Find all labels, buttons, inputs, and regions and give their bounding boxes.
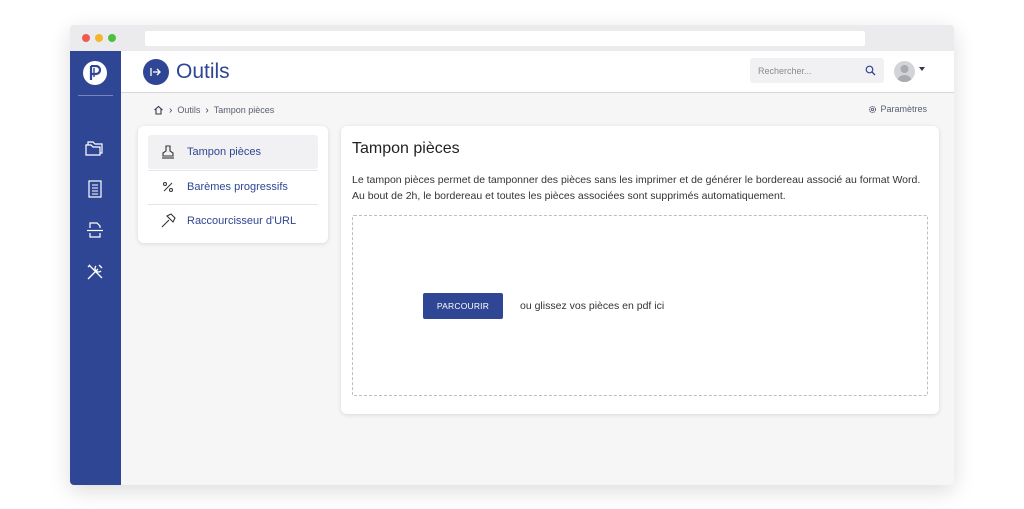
tools-icon [87, 264, 103, 280]
settings-label: Paramètres [880, 104, 927, 114]
breadcrumb: › Outils › Tampon pièces [153, 104, 274, 116]
search-box[interactable] [750, 58, 884, 83]
address-bar[interactable] [145, 31, 865, 46]
breadcrumb-item-outils[interactable]: Outils [177, 105, 200, 115]
document-list-icon [88, 180, 102, 198]
chevron-down-icon[interactable] [919, 67, 925, 71]
close-window-button[interactable] [82, 34, 90, 42]
hammer-icon [159, 212, 177, 230]
menu-item-baremes-progressifs[interactable]: Barèmes progressifs [148, 170, 318, 204]
tools-arrow-icon [143, 59, 169, 85]
search-input[interactable] [750, 58, 860, 83]
browser-window: Outils › Outils › Tampon pièces Paramètr… [70, 25, 954, 485]
search-icon[interactable] [865, 65, 876, 76]
sidebar-divider [78, 95, 113, 96]
sidebar-item-scan[interactable] [84, 219, 106, 241]
minimize-window-button[interactable] [95, 34, 103, 42]
page-title: Outils [176, 60, 230, 83]
document-scan-icon [87, 222, 103, 238]
percent-icon [159, 178, 177, 196]
file-dropzone[interactable]: PARCOURIR ou glissez vos pièces en pdf i… [352, 215, 928, 396]
browser-chrome [70, 25, 954, 51]
tools-menu: Tampon pièces Barèmes progressifs Raccou… [138, 126, 328, 243]
sidebar-item-folders[interactable] [84, 137, 106, 159]
stamp-icon [159, 143, 177, 161]
gear-icon [869, 105, 877, 113]
home-icon[interactable] [153, 105, 164, 115]
breadcrumb-item-current: Tampon pièces [213, 105, 275, 115]
settings-link[interactable]: Paramètres [868, 104, 927, 114]
chevron-right-icon: › [169, 104, 173, 116]
p-logo-icon[interactable] [83, 61, 107, 85]
menu-item-label: Raccourcisseur d'URL [187, 215, 297, 227]
sidebar-item-documents[interactable] [84, 178, 106, 200]
maximize-window-button[interactable] [108, 34, 116, 42]
folders-icon [85, 141, 103, 156]
drop-instructions: ou glissez vos pièces en pdf ici [520, 300, 665, 312]
user-avatar-icon[interactable] [894, 61, 915, 82]
chevron-right-icon: › [205, 104, 209, 116]
sidebar-item-tools[interactable] [84, 261, 106, 283]
menu-item-tampon-pieces[interactable]: Tampon pièces [148, 135, 318, 169]
section-description: Le tampon pièces permet de tamponner des… [352, 174, 921, 202]
menu-item-label: Tampon pièces [187, 146, 261, 158]
menu-item-label: Barèmes progressifs [187, 181, 288, 193]
top-bar: Outils [121, 51, 954, 93]
section-title: Tampon pièces [352, 140, 460, 157]
browse-button[interactable]: PARCOURIR [423, 293, 503, 319]
menu-item-raccourcisseur-url[interactable]: Raccourcisseur d'URL [148, 204, 318, 238]
sidebar [70, 51, 121, 485]
main-card: Tampon pièces Le tampon pièces permet de… [341, 126, 939, 414]
